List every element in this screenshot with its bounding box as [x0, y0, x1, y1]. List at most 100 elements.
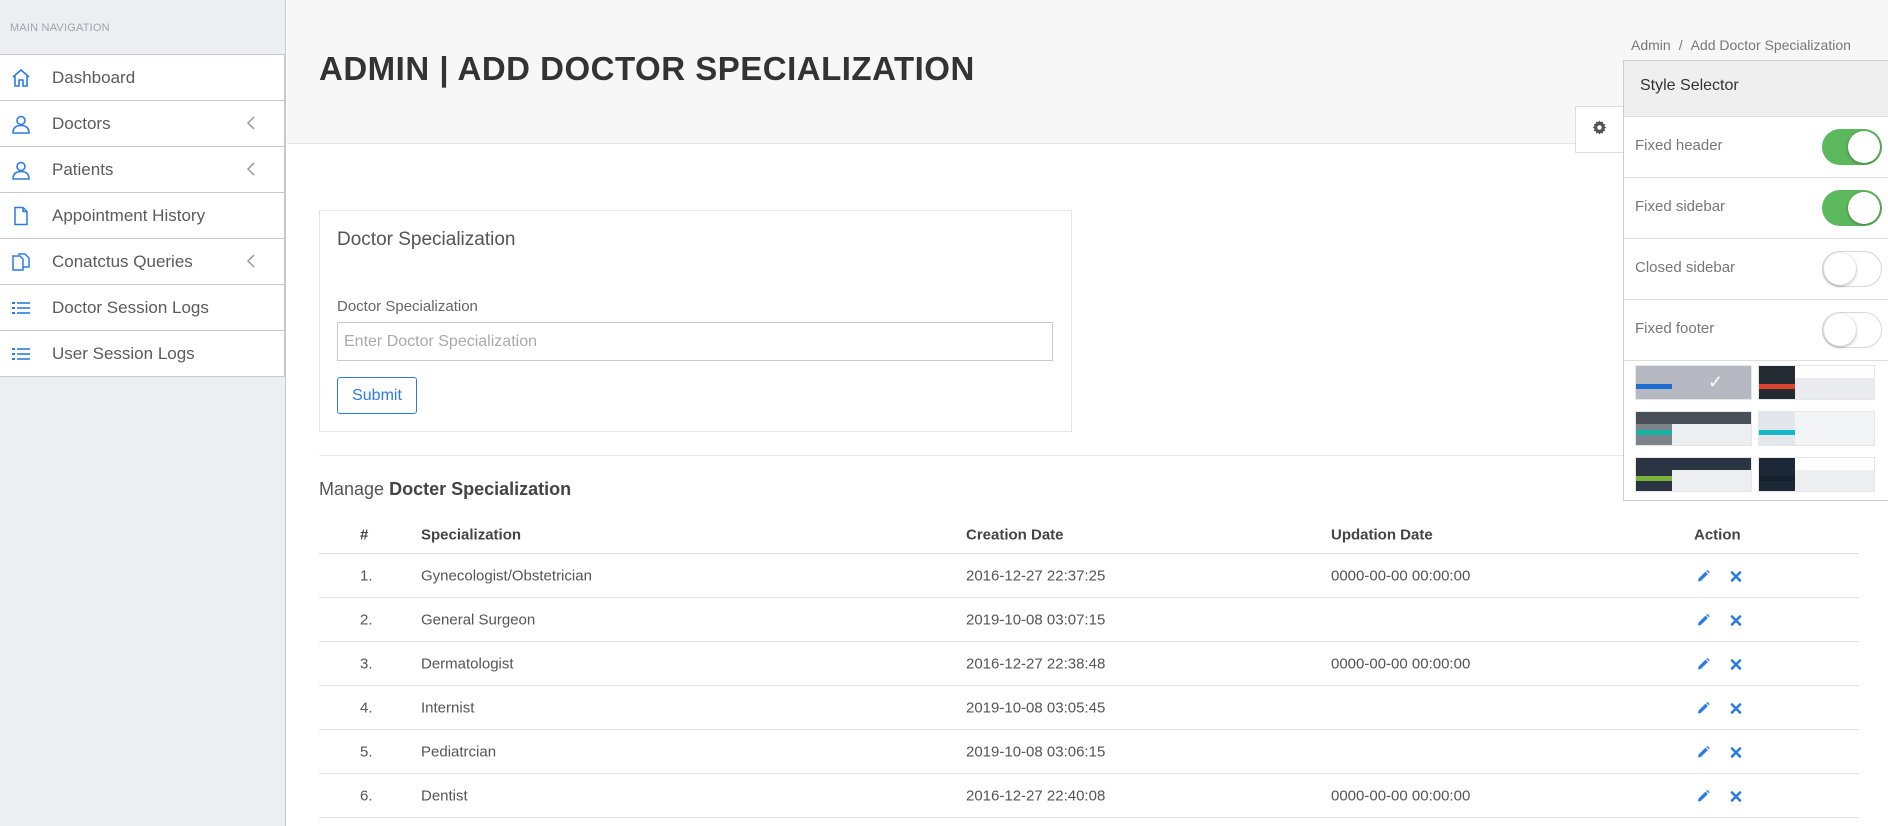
edit-pencil-icon[interactable]	[1696, 701, 1710, 715]
row-creation-date: 2019-10-08 03:06:15	[966, 743, 1106, 760]
toggle-knob	[1824, 314, 1856, 346]
table-row: 2. General Surgeon 2019-10-08 03:07:15	[319, 598, 1859, 642]
gear-icon	[1592, 119, 1607, 140]
edit-pencil-icon[interactable]	[1696, 613, 1710, 627]
sidebar-nav: Dashboard Doctors Patients Appointment H…	[0, 55, 285, 377]
edit-pencil-icon[interactable]	[1696, 569, 1710, 583]
table-row: 6. Dentist 2016-12-27 22:40:08 0000-00-0…	[319, 774, 1859, 818]
sidebar-item-doctors[interactable]: Doctors	[0, 101, 284, 147]
theme-swatch-dark-red[interactable]	[1758, 365, 1875, 400]
sidebar-item-label: Appointment History	[52, 205, 206, 225]
specialization-input[interactable]	[337, 322, 1053, 361]
chevron-left-icon	[246, 162, 256, 181]
option-label: Fixed footer	[1635, 320, 1715, 337]
fixed-sidebar-toggle[interactable]	[1822, 190, 1882, 226]
delete-x-icon[interactable]	[1729, 569, 1743, 583]
list-icon	[10, 343, 32, 365]
sidebar-item-label: Dashboard	[52, 67, 136, 87]
column-header-creation-date: Creation Date	[966, 526, 1064, 543]
column-header-action: Action	[1694, 526, 1741, 543]
row-specialization: Dermatologist	[421, 655, 514, 672]
delete-x-icon[interactable]	[1729, 789, 1743, 803]
theme-swatch-grey-blue[interactable]: ✓	[1635, 365, 1752, 400]
table-row: 4. Internist 2019-10-08 03:05:45	[319, 686, 1859, 730]
delete-x-icon[interactable]	[1729, 613, 1743, 627]
row-number: 1.	[360, 567, 373, 584]
card-title: Doctor Specialization	[337, 229, 516, 250]
breadcrumb: Admin / Add Doctor Specialization	[1631, 37, 1851, 53]
column-header-updation-date: Updation Date	[1331, 526, 1433, 543]
sidebar: MAIN NAVIGATION Dashboard Doctors Patien…	[0, 0, 286, 826]
home-icon	[10, 67, 32, 89]
edit-pencil-icon[interactable]	[1696, 745, 1710, 759]
manage-heading-prefix: Manage	[319, 479, 385, 499]
option-fixed-sidebar: Fixed sidebar	[1624, 178, 1888, 239]
page-title: ADMIN | ADD DOCTOR SPECIALIZATION	[319, 50, 975, 87]
fixed-footer-toggle[interactable]	[1822, 312, 1882, 348]
user-icon	[10, 113, 32, 135]
row-number: 3.	[360, 655, 373, 672]
row-updation-date: 0000-00-00 00:00:00	[1331, 787, 1471, 804]
sidebar-item-label: Conatctus Queries	[52, 251, 193, 271]
sidebar-item-user-session-logs[interactable]: User Session Logs	[0, 331, 284, 377]
list-icon	[10, 297, 32, 319]
row-actions	[1696, 699, 1758, 716]
theme-swatch-navy-green[interactable]	[1635, 457, 1752, 492]
delete-x-icon[interactable]	[1729, 657, 1743, 671]
toggle-knob	[1848, 192, 1880, 224]
breadcrumb-admin-link[interactable]: Admin	[1631, 37, 1671, 53]
sidebar-item-dashboard[interactable]: Dashboard	[0, 55, 284, 101]
row-creation-date: 2016-12-27 22:38:48	[966, 655, 1106, 672]
row-number: 2.	[360, 611, 373, 628]
theme-swatch-dark-navy[interactable]	[1758, 457, 1875, 492]
style-selector-panel: Style Selector Fixed header Fixed sideba…	[1623, 60, 1888, 501]
theme-swatch-slate-teal[interactable]	[1635, 411, 1752, 446]
breadcrumb-separator: /	[1678, 37, 1683, 53]
closed-sidebar-toggle[interactable]	[1822, 251, 1882, 287]
option-label: Closed sidebar	[1635, 259, 1736, 276]
edit-pencil-icon[interactable]	[1696, 657, 1710, 671]
column-header-number: #	[360, 526, 369, 543]
row-creation-date: 2019-10-08 03:07:15	[966, 611, 1106, 628]
option-label: Fixed sidebar	[1635, 198, 1726, 215]
row-actions	[1696, 743, 1758, 760]
selected-check-icon: ✓	[1708, 372, 1724, 392]
row-number: 6.	[360, 787, 373, 804]
submit-button[interactable]: Submit	[337, 377, 417, 414]
row-specialization: Dentist	[421, 787, 468, 804]
specialization-field-label: Doctor Specialization	[337, 298, 478, 315]
theme-swatch-light-cyan[interactable]	[1758, 411, 1875, 446]
chevron-left-icon	[246, 254, 256, 273]
row-number: 5.	[360, 743, 373, 760]
row-updation-date: 0000-00-00 00:00:00	[1331, 567, 1471, 584]
row-specialization: Pediatrcian	[421, 743, 497, 760]
files-icon	[10, 251, 32, 273]
file-icon	[10, 205, 32, 227]
sidebar-item-appointment-history[interactable]: Appointment History	[0, 193, 284, 239]
fixed-header-toggle[interactable]	[1822, 129, 1882, 165]
row-specialization: Internist	[421, 699, 475, 716]
sidebar-item-contactus-queries[interactable]: Conatctus Queries	[0, 239, 284, 285]
chevron-left-icon	[246, 116, 256, 135]
delete-x-icon[interactable]	[1729, 701, 1743, 715]
sidebar-item-label: Patients	[52, 159, 114, 179]
sidebar-item-patients[interactable]: Patients	[0, 147, 284, 193]
style-selector-toggle[interactable]	[1575, 106, 1623, 153]
row-creation-date: 2016-12-27 22:40:08	[966, 787, 1106, 804]
manage-heading-bold: Docter Specialization	[389, 479, 572, 499]
row-specialization: Gynecologist/Obstetrician	[421, 567, 592, 584]
manage-heading: Manage Docter Specialization	[319, 479, 571, 500]
delete-x-icon[interactable]	[1729, 745, 1743, 759]
edit-pencil-icon[interactable]	[1696, 789, 1710, 803]
table-row: 3. Dermatologist 2016-12-27 22:38:48 000…	[319, 642, 1859, 686]
column-header-specialization: Specialization	[421, 526, 522, 543]
option-fixed-header: Fixed header	[1624, 117, 1888, 178]
user-icon	[10, 159, 32, 181]
sidebar-item-doctor-session-logs[interactable]: Doctor Session Logs	[0, 285, 284, 331]
row-specialization: General Surgeon	[421, 611, 536, 628]
toggle-knob	[1824, 253, 1856, 285]
table-header: # Specialization Creation Date Updation …	[319, 516, 1859, 554]
breadcrumb-current: Add Doctor Specialization	[1690, 37, 1851, 53]
sidebar-item-label: Doctors	[52, 113, 111, 133]
option-label: Fixed header	[1635, 137, 1723, 154]
